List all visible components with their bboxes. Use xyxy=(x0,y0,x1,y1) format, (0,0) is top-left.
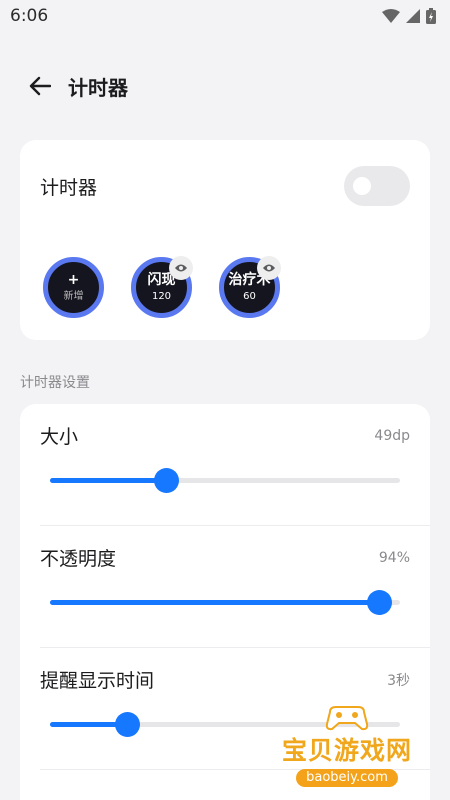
timer-toggle-switch[interactable] xyxy=(344,166,410,206)
slider-fill xyxy=(50,600,379,605)
status-time: 6:06 xyxy=(10,6,49,26)
timer-card: 计时器 + 新增 闪现 120 治疗术 60 xyxy=(20,140,430,340)
timer-toggle-row: 计时器 xyxy=(40,164,410,208)
opacity-slider[interactable] xyxy=(50,590,400,615)
plus-icon: + xyxy=(67,271,80,288)
slider-thumb[interactable] xyxy=(153,468,179,493)
slider-fill xyxy=(50,478,166,483)
eye-icon xyxy=(175,264,187,272)
slider-thumb[interactable] xyxy=(367,590,392,615)
watermark-url: baobeiy.com xyxy=(296,769,398,787)
setting-label: 大小 xyxy=(40,426,79,448)
wifi-icon xyxy=(382,9,400,23)
app-bar: 计时器 xyxy=(0,60,450,112)
arrow-left-icon xyxy=(29,76,51,96)
visibility-toggle[interactable] xyxy=(169,256,193,280)
add-timer-button[interactable]: + 新增 xyxy=(43,257,104,318)
watermark-title: 宝贝游戏网 xyxy=(281,736,412,765)
page-title: 计时器 xyxy=(68,75,128,100)
toggle-knob xyxy=(353,177,371,195)
section-header: 计时器设置 xyxy=(20,375,90,391)
size-slider[interactable] xyxy=(50,468,400,493)
visibility-toggle[interactable] xyxy=(257,256,281,280)
setting-label: 提醒显示时间 xyxy=(40,670,155,692)
timer-seconds: 120 xyxy=(151,291,172,302)
timer-list: + 新增 闪现 120 治疗术 60 xyxy=(43,256,281,318)
timer-seconds: 60 xyxy=(243,291,256,302)
slider-thumb[interactable] xyxy=(115,712,140,737)
setting-value: 94% xyxy=(378,549,410,566)
timer-item[interactable]: 闪现 120 xyxy=(131,256,193,318)
setting-row-opacity: 不透明度 94% xyxy=(40,526,410,646)
battery-icon xyxy=(426,8,436,24)
setting-label: 不透明度 xyxy=(40,548,117,570)
watermark: 宝贝游戏网 baobeiy.com xyxy=(272,704,422,787)
add-timer-label: 新增 xyxy=(63,290,84,302)
setting-value: 49dp xyxy=(374,427,410,444)
back-button[interactable] xyxy=(18,64,62,108)
status-bar: 6:06 xyxy=(0,0,450,32)
gamepad-icon xyxy=(325,706,369,731)
timer-item[interactable]: 治疗术 60 xyxy=(219,256,281,318)
setting-row-size: 大小 49dp xyxy=(40,404,410,524)
timer-toggle-label: 计时器 xyxy=(40,176,98,199)
signal-icon xyxy=(406,9,420,23)
eye-icon xyxy=(263,264,275,272)
status-icons xyxy=(382,8,436,24)
setting-value: 3秒 xyxy=(387,672,410,689)
